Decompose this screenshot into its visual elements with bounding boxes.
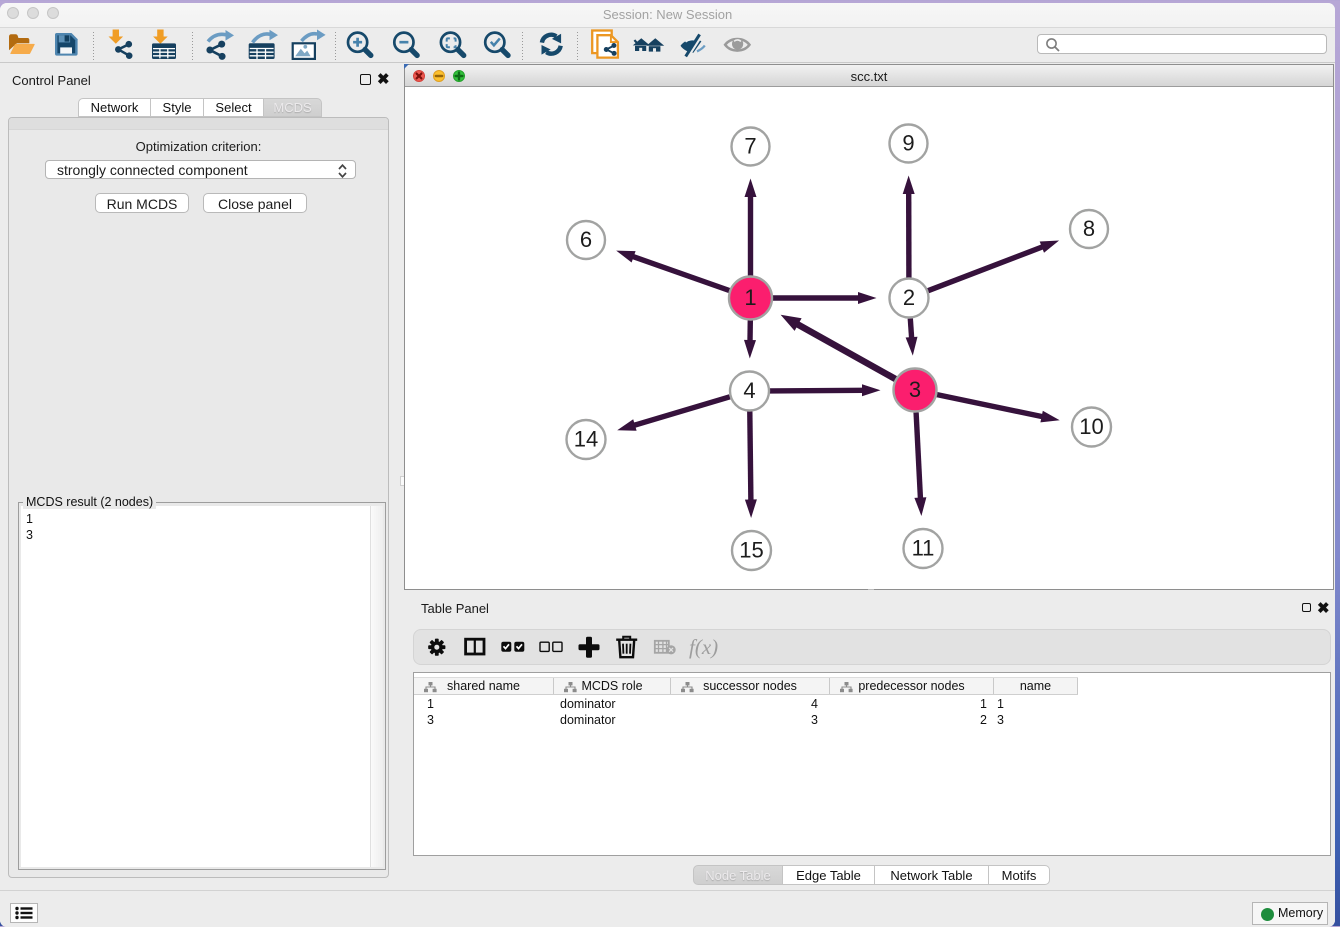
svg-text:9: 9: [902, 131, 914, 156]
svg-text:1: 1: [744, 285, 756, 310]
svg-text:15: 15: [739, 538, 763, 563]
svg-text:8: 8: [1083, 216, 1095, 241]
svg-text:6: 6: [580, 227, 592, 252]
svg-text:4: 4: [743, 378, 755, 403]
svg-text:7: 7: [744, 134, 756, 159]
svg-text:10: 10: [1079, 414, 1103, 439]
svg-text:14: 14: [574, 427, 598, 452]
svg-text:11: 11: [912, 536, 935, 561]
svg-text:3: 3: [909, 377, 921, 402]
svg-text:2: 2: [903, 285, 915, 310]
svg-text:f(x): f(x): [689, 635, 718, 659]
